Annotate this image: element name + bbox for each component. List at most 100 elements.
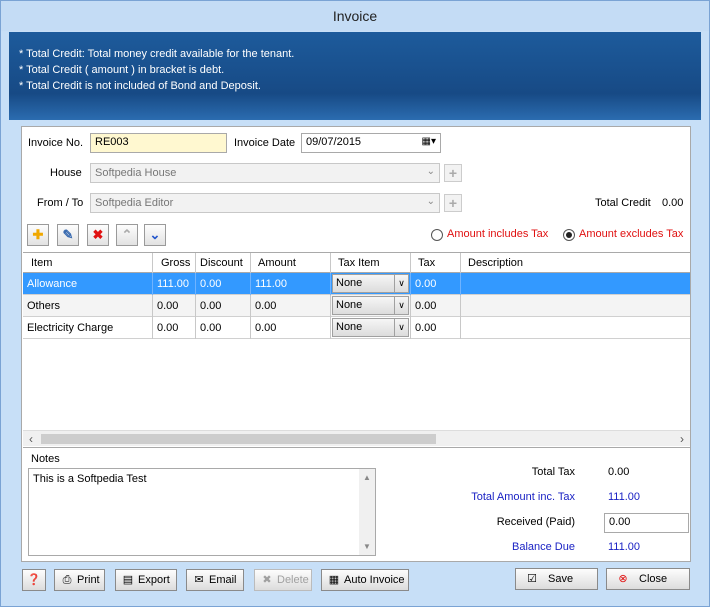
cell-amount[interactable]: 0.00 (251, 317, 331, 339)
cell-tax-item[interactable]: None ∨ (331, 317, 411, 339)
notes-label: Notes (31, 453, 60, 465)
balance-due-value: 111.00 (608, 541, 641, 553)
scroll-up-icon[interactable]: ▲ (359, 473, 375, 482)
cell-discount[interactable]: 0.00 (196, 317, 251, 339)
tax-item-value: None (336, 277, 363, 289)
amount-excludes-tax-radio[interactable] (563, 229, 575, 241)
email-button[interactable]: ✉ Email (186, 569, 244, 591)
move-up-icon[interactable]: ⌃ (116, 224, 138, 246)
cell-amount[interactable]: 111.00 (251, 273, 331, 295)
scroll-right-icon[interactable]: › (674, 431, 690, 447)
close-label: Close (639, 573, 668, 585)
print-button[interactable]: ⎙ Print (54, 569, 105, 591)
tax-item-value: None (336, 299, 363, 311)
chevron-down-icon: ⌄ (426, 196, 435, 207)
invoice-date-label: Invoice Date (234, 137, 296, 149)
amount-excludes-tax-label: Amount excludes Tax (579, 228, 684, 240)
cell-item[interactable]: Electricity Charge (23, 317, 153, 339)
col-item[interactable]: Item (23, 253, 153, 273)
export-button[interactable]: ▤ Export (115, 569, 177, 591)
cell-tax[interactable]: 0.00 (411, 295, 461, 317)
move-down-icon[interactable]: ⌄ (144, 224, 166, 246)
items-grid: Item Gross Discount Amount Tax Item Tax … (23, 252, 690, 444)
cell-gross[interactable]: 0.00 (153, 317, 196, 339)
close-icon: ⊗ (618, 573, 628, 585)
printer-icon: ⎙ (62, 574, 72, 586)
col-gross[interactable]: Gross (153, 253, 196, 273)
export-icon: ▤ (122, 574, 134, 586)
notes-text: This is a Softpedia Test (33, 473, 147, 485)
col-description[interactable]: Description (461, 253, 690, 273)
add-row-icon[interactable]: ✚ (27, 224, 49, 246)
cell-tax[interactable]: 0.00 (411, 317, 461, 339)
total-credit-label: Total Credit (595, 197, 651, 209)
received-field[interactable]: 0.00 (604, 513, 689, 533)
edit-row-icon[interactable]: ✎ (57, 224, 79, 246)
cell-description[interactable] (461, 273, 690, 295)
delete-button[interactable]: ✖ Delete (254, 569, 312, 591)
cell-gross[interactable]: 111.00 (153, 273, 196, 295)
notes-scrollbar[interactable]: ▲ ▼ (359, 469, 375, 555)
tax-item-select[interactable]: None ∨ (332, 274, 409, 293)
scroll-down-icon[interactable]: ▼ (359, 542, 375, 551)
auto-invoice-button[interactable]: ▦ Auto Invoice (321, 569, 409, 591)
table-row[interactable]: Electricity Charge 0.00 0.00 0.00 None ∨… (23, 317, 690, 339)
horizontal-scrollbar[interactable]: ‹ › (23, 430, 690, 446)
calendar-dropdown-icon[interactable]: ▦▾ (422, 136, 436, 147)
cell-tax-item[interactable]: None ∨ (331, 273, 411, 295)
cell-description[interactable] (461, 295, 690, 317)
cell-item[interactable]: Others (23, 295, 153, 317)
table-row[interactable]: Others 0.00 0.00 0.00 None ∨ 0.00 (23, 295, 690, 317)
balance-due-label: Balance Due (512, 541, 575, 553)
tax-item-value: None (336, 321, 363, 333)
save-button[interactable]: ☑ Save (515, 568, 598, 590)
from-to-select[interactable]: Softpedia Editor ⌄ (90, 193, 440, 213)
delete-row-icon[interactable]: ✖ (87, 224, 109, 246)
chevron-down-icon: ∨ (394, 274, 408, 293)
cell-discount[interactable]: 0.00 (196, 295, 251, 317)
total-inc-tax-label: Total Amount inc. Tax (471, 491, 575, 503)
cell-description[interactable] (461, 317, 690, 339)
scroll-left-icon[interactable]: ‹ (23, 431, 39, 447)
invoice-date-field[interactable]: 09/07/2015 ▦▾ (301, 133, 441, 153)
house-select[interactable]: Softpedia House ⌄ (90, 163, 440, 183)
invoice-no-field[interactable]: RE003 (90, 133, 227, 153)
notes-textarea[interactable]: This is a Softpedia Test ▲ ▼ (28, 468, 376, 556)
col-tax-item[interactable]: Tax Item (331, 253, 411, 273)
help-icon: ❓ (27, 574, 41, 586)
col-discount[interactable]: Discount (196, 253, 251, 273)
email-label: Email (209, 574, 237, 586)
cell-discount[interactable]: 0.00 (196, 273, 251, 295)
house-value: Softpedia House (95, 167, 177, 179)
received-label: Received (Paid) (496, 516, 575, 528)
table-row[interactable]: Allowance 111.00 0.00 111.00 None ∨ 0.00 (23, 273, 690, 295)
total-tax-value: 0.00 (608, 466, 630, 478)
envelope-icon: ✉ (194, 574, 204, 586)
delete-label: Delete (277, 574, 309, 586)
notes-section: Notes This is a Softpedia Test ▲ ▼ Total… (23, 447, 690, 561)
add-house-button[interactable]: + (444, 164, 462, 182)
invoice-panel: Invoice No. RE003 Invoice Date 09/07/201… (21, 126, 691, 562)
add-contact-button[interactable]: + (444, 194, 462, 212)
tax-item-select[interactable]: None ∨ (332, 296, 409, 315)
col-amount[interactable]: Amount (251, 253, 331, 273)
cell-item[interactable]: Allowance (23, 273, 153, 295)
chevron-down-icon: ∨ (394, 318, 408, 337)
cell-amount[interactable]: 0.00 (251, 295, 331, 317)
amount-includes-tax-radio[interactable] (431, 229, 443, 241)
print-label: Print (77, 574, 100, 586)
col-tax[interactable]: Tax (411, 253, 461, 273)
tax-item-select[interactable]: None ∨ (332, 318, 409, 337)
info-banner: * Total Credit: Total money credit avail… (9, 32, 701, 120)
window-title: Invoice (1, 1, 709, 31)
help-button[interactable]: ❓ (22, 569, 46, 591)
from-to-label: From / To (37, 197, 84, 209)
close-button[interactable]: ⊗ Close (606, 568, 690, 590)
cell-gross[interactable]: 0.00 (153, 295, 196, 317)
export-label: Export (138, 574, 170, 586)
invoice-date-value: 09/07/2015 (306, 136, 362, 148)
cell-tax-item[interactable]: None ∨ (331, 295, 411, 317)
cell-tax[interactable]: 0.00 (411, 273, 461, 295)
scrollbar-thumb[interactable] (41, 434, 436, 444)
invoice-window: Invoice * Total Credit: Total money cred… (0, 0, 710, 607)
